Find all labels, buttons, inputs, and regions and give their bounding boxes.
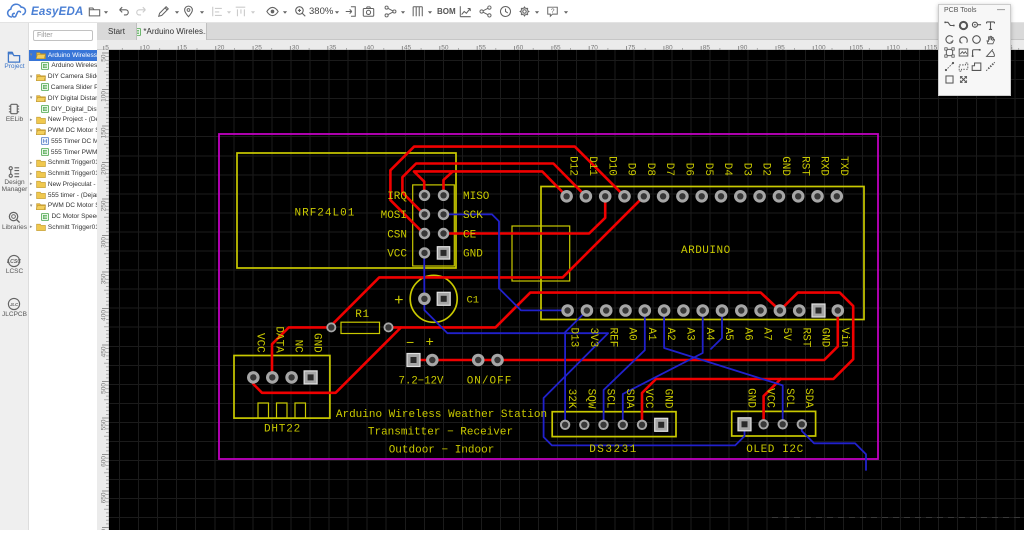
- svg-text:OLED I2C: OLED I2C: [746, 444, 804, 456]
- svg-text:NRF24L01: NRF24L01: [295, 208, 356, 220]
- svg-text:D3: D3: [740, 163, 752, 176]
- svg-text:TXD: TXD: [837, 156, 849, 176]
- svg-text:CE: CE: [463, 229, 477, 241]
- svg-text:?: ?: [551, 8, 555, 15]
- svg-text:LCSC: LCSC: [7, 259, 21, 265]
- svg-text:GND: GND: [463, 249, 483, 261]
- svg-text:A5: A5: [722, 328, 734, 341]
- svg-text:D4: D4: [721, 163, 733, 177]
- svg-text:NC: NC: [292, 340, 304, 354]
- svg-text:A7: A7: [761, 328, 773, 341]
- svg-text:32K: 32K: [565, 389, 577, 409]
- svg-text:R1: R1: [355, 309, 369, 321]
- svg-text:VCC: VCC: [642, 389, 654, 409]
- svg-text:Vin: Vin: [838, 328, 850, 348]
- svg-text:ARDUINO: ARDUINO: [681, 245, 731, 257]
- svg-text:A3: A3: [684, 328, 696, 341]
- svg-text:REF: REF: [606, 328, 618, 348]
- svg-text:D12: D12: [567, 156, 579, 176]
- svg-text:A4: A4: [703, 328, 715, 342]
- svg-text:D10: D10: [605, 156, 617, 176]
- svg-text:RXD: RXD: [818, 156, 830, 176]
- svg-text:DHT22: DHT22: [264, 424, 301, 436]
- svg-text:ON/OFF: ON/OFF: [467, 376, 513, 388]
- svg-text:VCC: VCC: [387, 249, 407, 261]
- svg-text:VCC: VCC: [253, 333, 265, 353]
- svg-text:GND: GND: [311, 333, 323, 353]
- svg-text:RST: RST: [798, 156, 810, 176]
- svg-text:SCL: SCL: [604, 389, 616, 409]
- svg-text:5V: 5V: [780, 328, 792, 342]
- svg-text:MISO: MISO: [463, 191, 490, 203]
- svg-text:SCK: SCK: [463, 210, 483, 222]
- svg-text:SDA: SDA: [623, 389, 635, 409]
- svg-text:CSN: CSN: [387, 229, 407, 241]
- svg-text:D6: D6: [683, 163, 695, 176]
- svg-text:D8: D8: [644, 163, 656, 176]
- svg-text:Arduino Wireless Weather Stati: Arduino Wireless Weather Station: [336, 409, 547, 421]
- svg-text:D11: D11: [586, 156, 598, 176]
- svg-text:SQW: SQW: [584, 389, 596, 409]
- svg-text:−: −: [406, 336, 414, 352]
- svg-text:A2: A2: [664, 328, 676, 341]
- svg-text:DS3231: DS3231: [589, 444, 638, 456]
- svg-text:MOSI: MOSI: [381, 210, 407, 222]
- svg-text:SCL: SCL: [783, 388, 795, 408]
- svg-text:Outdoor − Indoor: Outdoor − Indoor: [389, 445, 495, 457]
- svg-text:A1: A1: [645, 328, 657, 342]
- svg-text:D7: D7: [663, 163, 675, 176]
- svg-text:+: +: [426, 335, 434, 351]
- svg-text:+: +: [394, 292, 404, 310]
- svg-text:3V3: 3V3: [587, 328, 599, 348]
- svg-text:D9: D9: [625, 163, 637, 176]
- svg-text:RST: RST: [799, 328, 811, 348]
- svg-text:Transmitter − Receiver: Transmitter − Receiver: [368, 427, 513, 439]
- svg-text:7.2−12V: 7.2−12V: [399, 375, 444, 387]
- svg-text:GND: GND: [745, 388, 757, 408]
- svg-text:A6: A6: [741, 328, 753, 341]
- svg-text:D13: D13: [568, 328, 580, 348]
- svg-text:VCC: VCC: [764, 388, 776, 408]
- svg-text:C1: C1: [467, 295, 480, 307]
- svg-text:D2: D2: [760, 163, 772, 176]
- svg-text:GND: GND: [661, 389, 673, 409]
- svg-text:IRQ: IRQ: [387, 191, 407, 203]
- svg-text:D5: D5: [702, 163, 714, 176]
- svg-text:JLC: JLC: [10, 302, 19, 307]
- svg-text:GND: GND: [819, 328, 831, 348]
- svg-text:A0: A0: [626, 328, 638, 341]
- svg-text:DATA: DATA: [272, 326, 284, 353]
- svg-text:GND: GND: [779, 156, 791, 176]
- svg-text:SDA: SDA: [802, 388, 814, 408]
